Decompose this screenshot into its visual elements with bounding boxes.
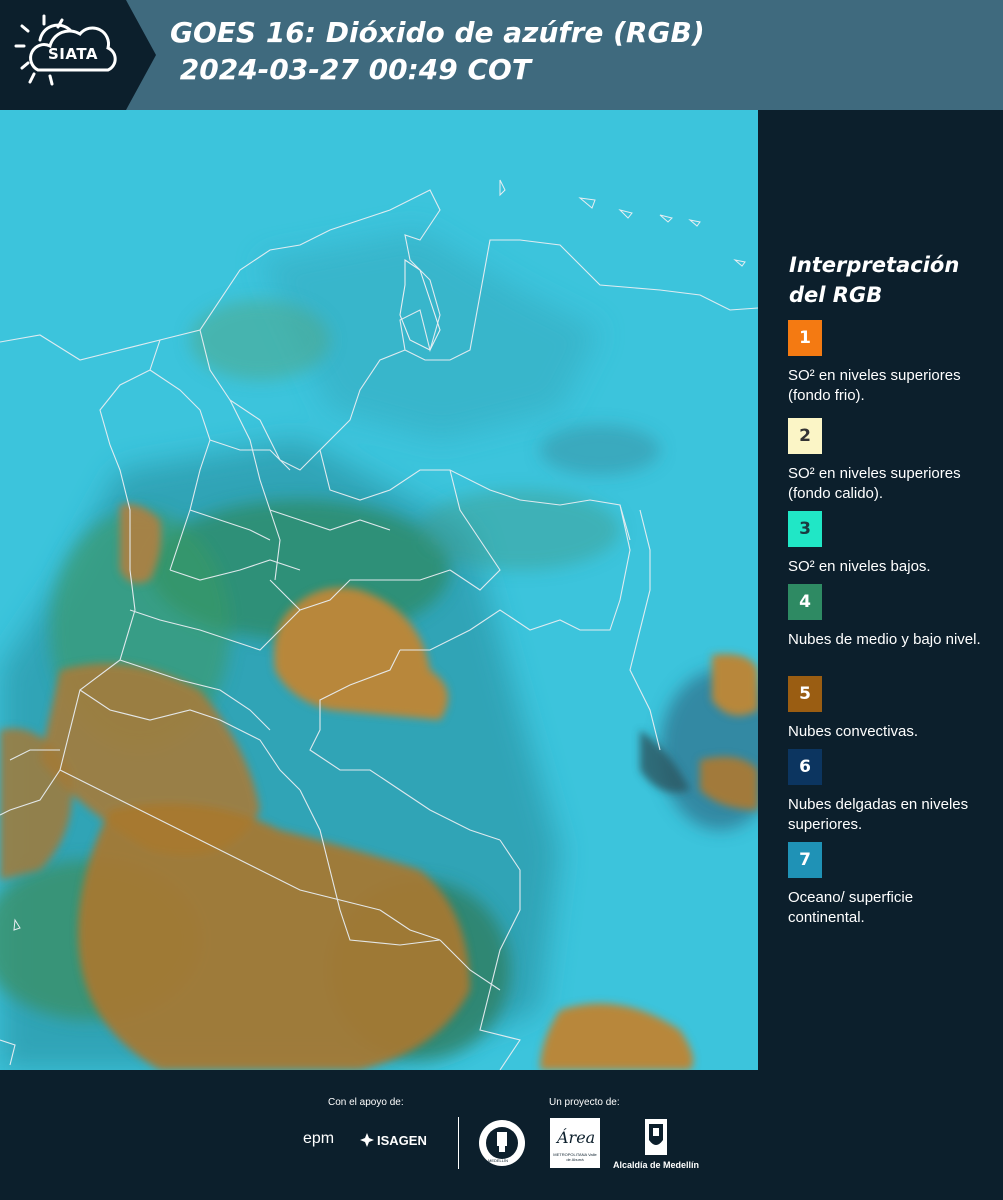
legend-label-7: Oceano/ superficie continental. [788,889,914,926]
alcaldia-text: Alcaldía de Medellín [613,1160,700,1170]
legend-item-2: 2 SO² en niveles superiores (fondo calid… [788,418,988,504]
legend-number-2: 2 [799,426,811,446]
legend-label-3: SO² en niveles bajos. [788,558,931,575]
legend-label-2: SO² en niveles superiores (fondo calido)… [788,465,961,502]
legend-number-3: 3 [799,519,811,539]
page-title: GOES 16: Dióxido de azúfre (RGB) 2024-03… [170,16,705,86]
legend-item-4: 4 Nubes de medio y bajo nivel. [788,584,988,650]
legend-swatch-5: 5 [788,676,822,712]
project-label: Un proyecto de: [549,1097,620,1108]
legend-number-7: 7 [799,850,811,870]
legend-item-7: 7 Oceano/ superficie continental. [788,842,988,928]
rgb-satellite-image [0,110,758,1070]
support-label: Con el apoyo de: [328,1097,404,1108]
area-metropolitana-logo: Área METROPOLITANA Valle de Aburrá [550,1118,600,1168]
legend-item-3: 3 SO² en niveles bajos. [788,511,988,577]
legend-swatch-3: 3 [788,511,822,547]
legend-swatch-7: 7 [788,842,822,878]
legend-number-5: 5 [799,684,811,704]
legend-item-1: 1 SO² en niveles superiores (fondo frio)… [788,320,988,406]
legend-item-6: 6 Nubes delgadas en niveles superiores. [788,749,988,835]
siata-logo: SIATA [0,0,126,110]
header-bar: SIATA GOES 16: Dióxido de azúfre (RGB) 2… [0,0,1003,110]
legend-label-6: Nubes delgadas en niveles superiores. [788,796,969,833]
legend-item-5: 5 Nubes convectivas. [788,676,988,742]
legend-label-1: SO² en niveles superiores (fondo frio). [788,367,961,404]
legend-label-5: Nubes convectivas. [788,723,919,740]
legend-swatch-4: 4 [788,584,822,620]
area-metropolitana-title: Área [557,1128,596,1147]
isagen-logo: ISAGEN [377,1133,427,1148]
legend-swatch-2: 2 [788,418,822,454]
legend-number-6: 6 [799,757,811,777]
satellite-map [0,110,758,1070]
medellin-seal-logo: MEDELLÍN [478,1118,526,1168]
alcaldia-shield-logo [644,1118,668,1156]
medellin-seal-text: MEDELLÍN [488,1158,509,1163]
legend-swatch-6: 6 [788,749,822,785]
legend-number-1: 1 [799,328,811,348]
footer-divider [458,1117,459,1169]
legend-label-4: Nubes de medio y bajo nivel. [788,631,981,648]
epm-logo: epm [303,1130,335,1147]
area-metropolitana-sub: METROPOLITANA Valle de Aburrá [553,1152,597,1162]
isagen-icon [360,1132,374,1147]
logo-arrow-shape [126,0,156,110]
siata-logo-text: SIATA [48,45,99,63]
legend-swatch-1: 1 [788,320,822,356]
legend-title: Interpretación del RGB [789,253,960,307]
legend-number-4: 4 [799,592,811,612]
